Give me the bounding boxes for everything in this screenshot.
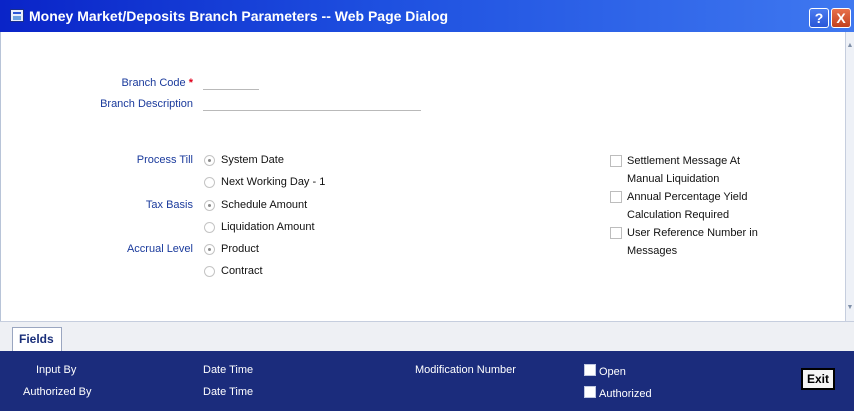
branch-code-label: Branch Code * bbox=[121, 77, 193, 89]
branch-code-field[interactable] bbox=[203, 79, 259, 90]
checkbox-settlement-message[interactable] bbox=[610, 155, 622, 167]
tax-basis-label: Tax Basis bbox=[145, 199, 193, 211]
checkbox-user-reference-number[interactable] bbox=[610, 227, 622, 239]
authorized-label: Authorized bbox=[599, 388, 652, 400]
checkbox-annual-percentage-yield[interactable] bbox=[610, 191, 622, 203]
user-reference-number-line2: Messages bbox=[627, 245, 678, 257]
annual-percentage-yield-line1: Annual Percentage Yield bbox=[627, 191, 748, 203]
title-bar: Money Market/Deposits Branch Parameters … bbox=[0, 0, 854, 32]
tab-bar: Fields bbox=[0, 321, 854, 352]
modification-number-label: Modification Number bbox=[415, 364, 516, 376]
user-reference-number-line1: User Reference Number in bbox=[627, 227, 758, 239]
radio-liquidation-amount[interactable] bbox=[204, 222, 215, 233]
option-liquidation-amount: Liquidation Amount bbox=[221, 221, 315, 233]
help-button[interactable]: ? bbox=[809, 8, 829, 28]
tab-fields[interactable]: Fields bbox=[12, 327, 62, 352]
window-icon bbox=[10, 9, 24, 22]
option-schedule-amount: Schedule Amount bbox=[221, 199, 308, 211]
window-title: Money Market/Deposits Branch Parameters … bbox=[29, 8, 449, 24]
exit-button[interactable]: Exit bbox=[801, 368, 835, 390]
scroll-up-icon[interactable]: ▲ bbox=[846, 42, 854, 49]
settlement-message-label: Settlement Message At Manual Liquidation bbox=[627, 152, 740, 188]
authorized-by-label: Authorized By bbox=[23, 386, 92, 398]
radio-contract[interactable] bbox=[204, 266, 215, 277]
close-button[interactable]: X bbox=[831, 8, 851, 28]
option-system-date: System Date bbox=[221, 154, 284, 166]
annual-percentage-yield-line2: Calculation Required bbox=[627, 209, 730, 221]
radio-next-working-day[interactable] bbox=[204, 177, 215, 188]
branch-code-label-text: Branch Code bbox=[121, 77, 186, 89]
user-reference-number-label: User Reference Number in Messages bbox=[627, 224, 758, 260]
radio-schedule-amount[interactable] bbox=[204, 200, 215, 211]
date-time-label-2: Date Time bbox=[203, 386, 254, 398]
annual-percentage-yield-label: Annual Percentage Yield Calculation Requ… bbox=[627, 188, 747, 224]
open-label: Open bbox=[599, 366, 626, 378]
option-product: Product bbox=[221, 243, 259, 255]
settlement-message-line1: Settlement Message At bbox=[627, 155, 741, 167]
audit-footer: Input By Authorized By Date Time Date Ti… bbox=[0, 351, 854, 411]
process-till-label: Process Till bbox=[136, 154, 193, 166]
authorized-checkbox[interactable] bbox=[584, 386, 596, 398]
branch-description-label: Branch Description bbox=[100, 98, 193, 110]
radio-product[interactable] bbox=[204, 244, 215, 255]
input-by-label: Input By bbox=[36, 364, 77, 376]
settlement-message-line2: Manual Liquidation bbox=[627, 173, 720, 185]
accrual-level-label: Accrual Level bbox=[126, 243, 193, 255]
branch-description-field[interactable] bbox=[203, 100, 421, 111]
vertical-scrollbar[interactable]: ▲ ▼ bbox=[845, 32, 854, 321]
required-marker: * bbox=[188, 77, 193, 89]
scroll-down-icon[interactable]: ▼ bbox=[846, 304, 854, 311]
date-time-label: Date Time bbox=[203, 364, 254, 376]
option-next-working-day: Next Working Day - 1 bbox=[221, 176, 326, 188]
radio-system-date[interactable] bbox=[204, 155, 215, 166]
open-checkbox[interactable] bbox=[584, 364, 596, 376]
form-area: Branch Code * Branch Description Process… bbox=[0, 32, 846, 321]
option-contract: Contract bbox=[221, 265, 263, 277]
